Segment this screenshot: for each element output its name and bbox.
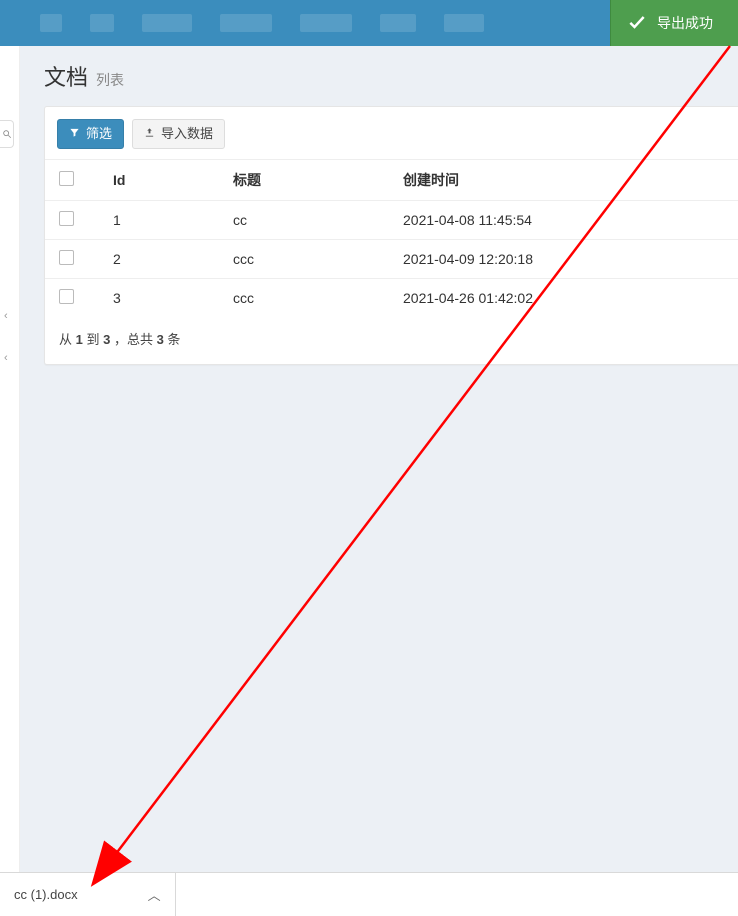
pager-text: 条 <box>164 332 181 347</box>
cell-title: ccc <box>225 279 395 318</box>
check-icon <box>627 12 647 35</box>
col-header-id[interactable]: Id <box>105 160 225 201</box>
upload-icon <box>144 125 155 143</box>
download-chip[interactable]: cc (1).docx ︿ <box>0 873 176 916</box>
filter-icon <box>69 125 80 143</box>
col-header-title[interactable]: 标题 <box>225 160 395 201</box>
data-table: Id 标题 创建时间 1cc2021-04-08 11:45:542ccc202… <box>45 159 738 317</box>
select-all-checkbox[interactable] <box>59 171 74 186</box>
cell-id: 2 <box>105 240 225 279</box>
nav-blur-item <box>220 14 272 32</box>
row-checkbox[interactable] <box>59 211 74 226</box>
filter-button[interactable]: 筛选 <box>57 119 124 149</box>
pager-from: 1 <box>76 332 83 347</box>
cell-title: ccc <box>225 240 395 279</box>
import-button-label: 导入数据 <box>161 125 213 143</box>
pager-text: ，总共 <box>110 332 156 347</box>
chevron-up-icon[interactable]: ︿ <box>148 885 161 904</box>
col-header-created-at[interactable]: 创建时间 <box>395 160 738 201</box>
cell-created-at: 2021-04-26 01:42:02 <box>395 279 738 318</box>
cell-id: 3 <box>105 279 225 318</box>
nav-blur-item <box>444 14 484 32</box>
nav-blur-item <box>300 14 352 32</box>
page-title: 文档 <box>44 60 88 92</box>
nav-blur-item <box>40 14 62 32</box>
toast-text: 导出成功 <box>657 13 713 33</box>
nav-blur-item <box>142 14 192 32</box>
import-button[interactable]: 导入数据 <box>132 119 225 149</box>
sidebar-sliver: ‹ ‹ <box>0 46 20 916</box>
nav-blur-item <box>90 14 114 32</box>
table-row[interactable]: 3ccc2021-04-26 01:42:02 <box>45 279 738 318</box>
pager-text: 从 <box>59 332 76 347</box>
sidebar-search-sliver[interactable] <box>0 120 14 148</box>
cell-created-at: 2021-04-09 12:20:18 <box>395 240 738 279</box>
cell-created-at: 2021-04-08 11:45:54 <box>395 201 738 240</box>
chevron-left-icon[interactable]: ‹ <box>4 352 8 364</box>
pager-text: 到 <box>83 332 103 347</box>
nav-blur-item <box>380 14 416 32</box>
cell-id: 1 <box>105 201 225 240</box>
table-head: Id 标题 创建时间 <box>45 160 738 201</box>
pager-info: 从 1 到 3 ，总共 3 条 <box>45 317 738 364</box>
search-icon <box>2 126 12 142</box>
chevron-left-icon[interactable]: ‹ <box>4 310 8 322</box>
page-subtitle: 列表 <box>96 70 124 90</box>
filter-button-label: 筛选 <box>86 125 112 143</box>
export-success-toast: 导出成功 <box>610 0 738 46</box>
main-content: 文档 列表 筛选 导入数据 Id 标题 <box>20 46 738 872</box>
panel-toolbar: 筛选 导入数据 <box>45 107 738 159</box>
row-checkbox[interactable] <box>59 289 74 304</box>
table-row[interactable]: 2ccc2021-04-09 12:20:18 <box>45 240 738 279</box>
table-row[interactable]: 1cc2021-04-08 11:45:54 <box>45 201 738 240</box>
row-checkbox[interactable] <box>59 250 74 265</box>
download-bar: cc (1).docx ︿ <box>0 872 738 916</box>
download-filename: cc (1).docx <box>14 887 78 902</box>
table-body: 1cc2021-04-08 11:45:542ccc2021-04-09 12:… <box>45 201 738 318</box>
pager-total: 3 <box>157 332 164 347</box>
cell-title: cc <box>225 201 395 240</box>
list-panel: 筛选 导入数据 Id 标题 创建时间 1cc2021-04-08 11:45:5… <box>44 106 738 365</box>
page-header: 文档 列表 <box>44 60 738 92</box>
top-nav-bar: 导出成功 <box>0 0 738 46</box>
